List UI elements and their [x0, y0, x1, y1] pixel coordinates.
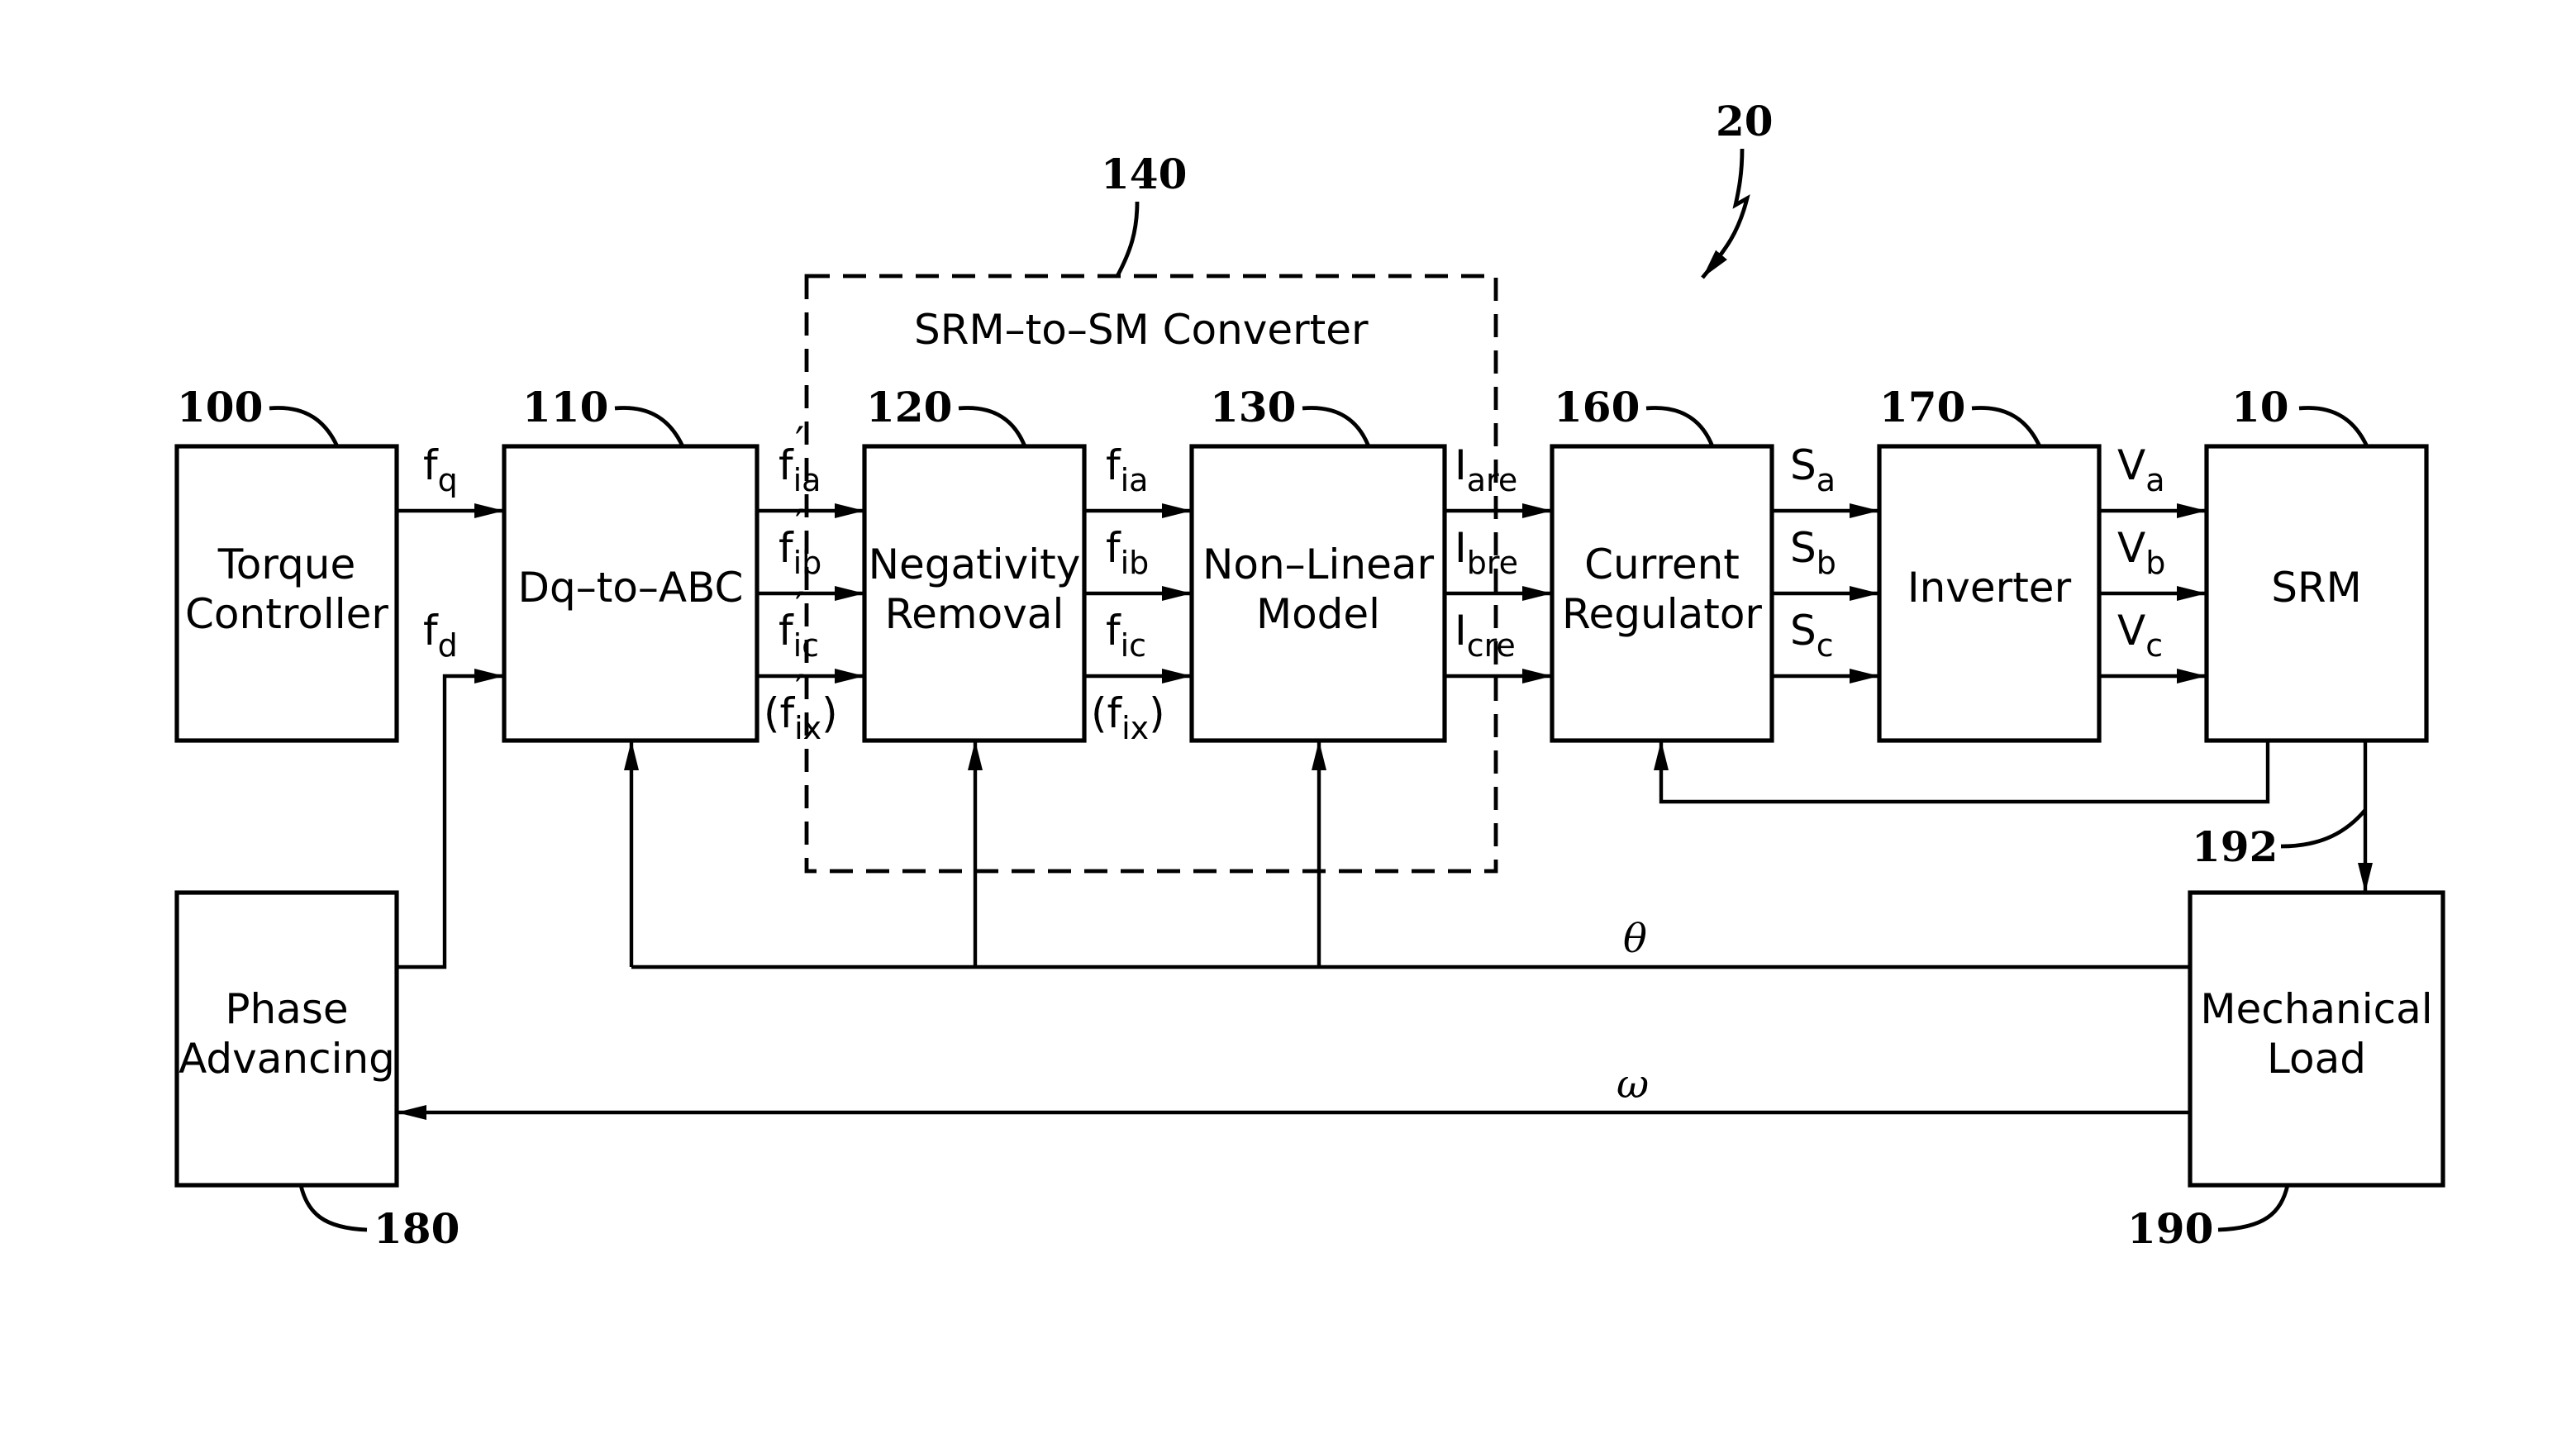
- block-label-line1: Negativity: [869, 541, 1081, 588]
- block-ref-label: 120: [866, 383, 952, 431]
- block-label-line1: Phase: [225, 985, 348, 1033]
- block-ref-label: 110: [522, 383, 608, 431]
- mechanical-load-block: Mechanical Load 190: [2127, 890, 2445, 1253]
- fic-prime-mark: ′: [795, 583, 804, 631]
- block-ref-label: 170: [1879, 383, 1965, 431]
- block-label-line1: SRM: [2271, 564, 2362, 612]
- converter-ref-label: 140: [1101, 150, 1187, 198]
- block-label-line2: Controller: [185, 590, 388, 638]
- phase-advancing-block: Phase Advancing 180: [174, 890, 459, 1253]
- figure-ref-label: 20: [1716, 97, 1774, 145]
- va-label: Va: [2117, 441, 2165, 498]
- fix-label: (fix): [1091, 689, 1165, 746]
- figure-ref-arrow: [1701, 148, 1750, 279]
- ibre-label: Ibre: [1455, 524, 1518, 581]
- fd-label: fd: [423, 607, 458, 664]
- converter-leader: [1115, 201, 1140, 278]
- icre-label: Icre: [1455, 607, 1516, 664]
- current-regulator-block: Current Regulator 160: [1550, 383, 1774, 743]
- sc-label: Sc: [1790, 607, 1834, 664]
- block-ref-label: 190: [2127, 1204, 2213, 1253]
- block-label-line1: Current: [1584, 541, 1740, 588]
- dq-to-abc-block: Dq–to–ABC 110: [502, 383, 759, 743]
- inverter-block: Inverter 170: [1877, 383, 2102, 743]
- fix-prime-mark: ′: [795, 666, 804, 714]
- block-diagram: 20 140 SRM–to–SM Converter Torque Contro…: [174, 97, 2445, 1253]
- shaft-leader: [2280, 808, 2367, 849]
- block-label-line1: Non–Linear: [1202, 541, 1435, 588]
- vc-label: Vc: [2117, 607, 2163, 664]
- fib-label: fib: [1106, 524, 1149, 581]
- shaft-ref-label: 192: [2192, 822, 2278, 871]
- block-label-line2: Model: [1256, 590, 1380, 638]
- block-label-line2: Regulator: [1562, 590, 1762, 638]
- converter-title: SRM–to–SM Converter: [914, 306, 1369, 354]
- block-ref-label: 130: [1210, 383, 1296, 431]
- fia-label: fia: [1106, 441, 1148, 498]
- block-ref-label: 10: [2231, 383, 2289, 431]
- block-ref-label: 160: [1554, 383, 1640, 431]
- block-label-line1: Mechanical: [2200, 985, 2432, 1033]
- torque-controller-block: Torque Controller 100: [174, 383, 399, 743]
- block-ref-label: 100: [177, 383, 263, 431]
- fib-prime-mark: ′: [795, 501, 804, 549]
- iare-label: Iare: [1455, 441, 1517, 498]
- block-label-line2: Advancing: [179, 1035, 395, 1083]
- srm-block: SRM 10: [2204, 383, 2429, 743]
- non-linear-model-block: Non–Linear Model 130: [1189, 383, 1447, 743]
- negativity-removal-block: Negativity Removal 120: [862, 383, 1087, 743]
- sb-label: Sb: [1790, 524, 1836, 581]
- fia-prime-mark: ′: [795, 418, 804, 466]
- fd-arrow: [397, 669, 504, 969]
- block-label-line2: Load: [2267, 1035, 2366, 1083]
- block-ref-label: 180: [374, 1204, 459, 1253]
- sa-label: Sa: [1790, 441, 1836, 498]
- block-label-line1: Inverter: [1907, 564, 2072, 612]
- fq-label: fq: [423, 441, 458, 498]
- theta-label: θ: [1623, 916, 1647, 962]
- block-label-line1: Torque: [217, 541, 356, 588]
- block-label-line1: Dq–to–ABC: [518, 564, 744, 612]
- fic-label: fic: [1106, 607, 1146, 664]
- block-label-line2: Removal: [885, 590, 1064, 638]
- current-feedback-arrow: [1654, 741, 2270, 804]
- vb-label: Vb: [2117, 524, 2165, 581]
- omega-label: ω: [1617, 1061, 1649, 1107]
